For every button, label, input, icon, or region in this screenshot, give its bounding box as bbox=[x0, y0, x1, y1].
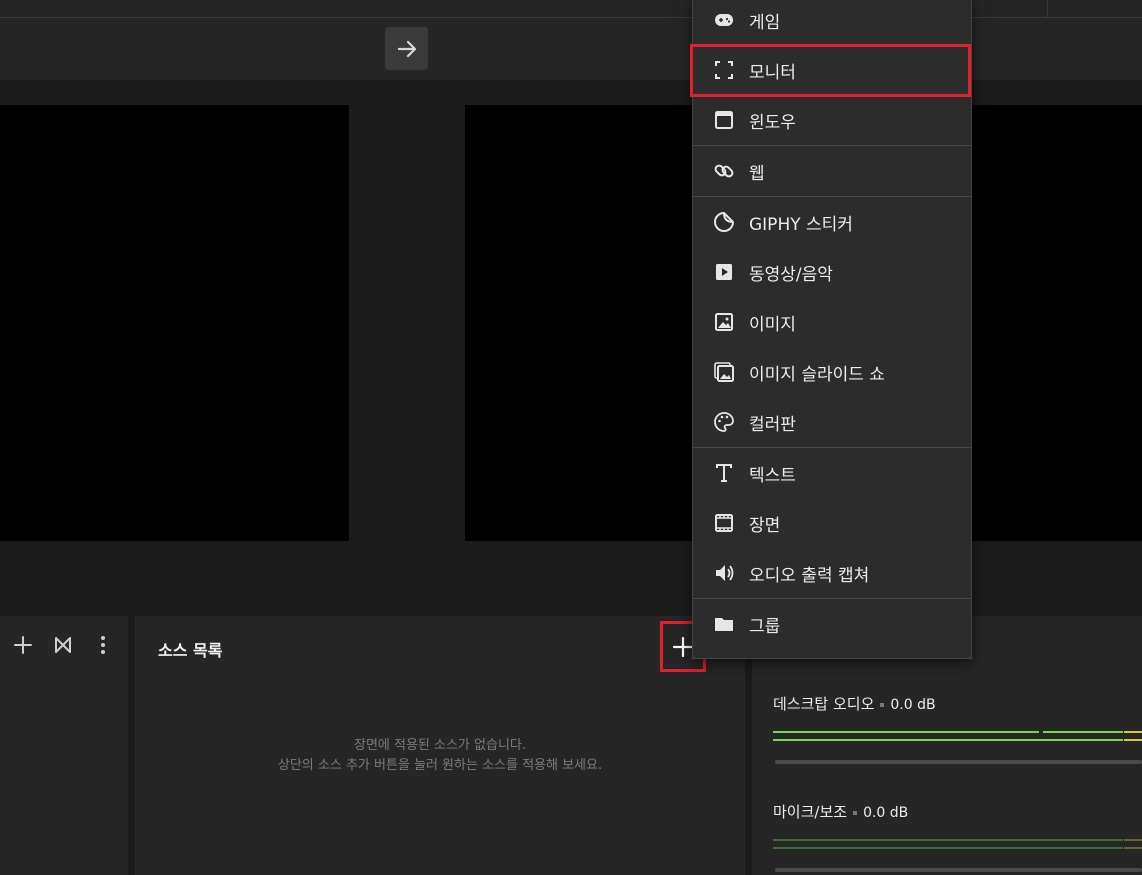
desktop-audio-db: 0.0 dB bbox=[890, 697, 936, 713]
desktop-audio-meter-green-2 bbox=[1043, 731, 1123, 733]
play-icon bbox=[713, 261, 735, 283]
menu-item-scene[interactable]: 장면 bbox=[693, 498, 971, 548]
mic-label: 마이크/보조 bbox=[773, 803, 848, 821]
desktop-audio-channel: 데스크탑 오디오 0.0 dB bbox=[773, 693, 936, 714]
menu-item-web[interactable]: 웹 bbox=[693, 146, 971, 196]
menu-item-label: 장면 bbox=[749, 515, 781, 536]
source-list-title: 소스 목록 bbox=[158, 641, 223, 660]
mic-meter-yellow-r bbox=[1124, 847, 1142, 849]
menu-item-label: GIPHY 스티커 bbox=[749, 214, 853, 235]
menu-item-group[interactable]: 그룹 bbox=[693, 599, 971, 649]
monitor-highlight-box bbox=[690, 44, 971, 97]
link-icon bbox=[713, 160, 735, 182]
menu-item-label: 오디오 출력 캡쳐 bbox=[749, 565, 870, 586]
gamepad-icon bbox=[713, 9, 735, 31]
menu-item-label: 윈도우 bbox=[749, 112, 796, 133]
add-scene-icon[interactable] bbox=[12, 634, 34, 656]
menu-item-text[interactable]: 텍스트 bbox=[693, 448, 971, 498]
menu-item-label: 그룹 bbox=[749, 616, 781, 637]
palette-icon bbox=[713, 411, 735, 433]
menu-item-label: 이미지 bbox=[749, 314, 796, 335]
top-strip-divider bbox=[1047, 0, 1048, 17]
menu-item-window[interactable]: 윈도우 bbox=[693, 95, 971, 145]
mic-db: 0.0 dB bbox=[863, 805, 909, 821]
mic-meter-r bbox=[773, 847, 1123, 849]
text-icon bbox=[713, 462, 735, 484]
menu-item-label: 동영상/음악 bbox=[749, 264, 833, 285]
menu-item-audio-capture[interactable]: 오디오 출력 캡쳐 bbox=[693, 548, 971, 598]
empty-sources-message: 장면에 적용된 소스가 없습니다. bbox=[353, 738, 526, 753]
menu-item-video[interactable]: 동영상/음악 bbox=[693, 247, 971, 297]
plus-icon bbox=[672, 636, 694, 657]
separator-dot bbox=[853, 810, 858, 815]
menu-item-image[interactable]: 이미지 bbox=[693, 297, 971, 347]
menu-item-game[interactable]: 게임 bbox=[693, 0, 971, 45]
folder-icon bbox=[713, 613, 735, 635]
desktop-audio-meter-green bbox=[773, 731, 1039, 733]
separator-dot bbox=[880, 702, 885, 707]
mic-channel: 마이크/보조 0.0 dB bbox=[773, 801, 908, 822]
desktop-audio-volume-slider[interactable] bbox=[775, 760, 1142, 764]
transition-icon[interactable] bbox=[52, 634, 74, 656]
desktop-audio-meter-green-r bbox=[773, 739, 1123, 741]
mic-volume-slider[interactable] bbox=[775, 868, 1142, 872]
menu-item-label: 컬러판 bbox=[749, 414, 796, 435]
slideshow-icon bbox=[713, 361, 735, 383]
menu-item-label: 이미지 슬라이드 쇼 bbox=[749, 364, 885, 385]
menu-item-slideshow[interactable]: 이미지 슬라이드 쇼 bbox=[693, 347, 971, 397]
arrow-right-icon bbox=[397, 40, 416, 57]
speaker-icon bbox=[713, 562, 735, 584]
preview-canvas-left[interactable] bbox=[0, 105, 349, 541]
menu-item-label: 텍스트 bbox=[749, 465, 796, 486]
window-icon bbox=[713, 109, 735, 131]
add-source-menu: 게임 모니터 윈도우 웹 GIPHY 스티커 동영상/음악 이미지 이미지 슬라… bbox=[692, 0, 972, 659]
more-vertical-icon[interactable] bbox=[92, 634, 114, 656]
transition-arrow-button[interactable] bbox=[385, 27, 428, 70]
mic-meter-yellow bbox=[1124, 839, 1142, 841]
menu-item-giphy[interactable]: GIPHY 스티커 bbox=[693, 197, 971, 247]
image-icon bbox=[713, 311, 735, 333]
menu-item-color[interactable]: 컬러판 bbox=[693, 397, 971, 447]
mic-meter bbox=[773, 839, 1123, 841]
menu-item-label: 웹 bbox=[749, 163, 765, 184]
empty-sources-hint: 상단의 소스 추가 버튼을 눌러 원하는 소스를 적용해 보세요. bbox=[277, 758, 603, 773]
film-icon bbox=[713, 512, 735, 534]
desktop-audio-label: 데스크탑 오디오 bbox=[773, 695, 875, 713]
menu-item-label: 게임 bbox=[749, 12, 781, 33]
scenes-toolbar bbox=[12, 634, 114, 656]
sticker-icon bbox=[713, 211, 735, 233]
desktop-audio-meter-yellow bbox=[1124, 731, 1142, 733]
desktop-audio-meter-yellow-r bbox=[1124, 739, 1142, 741]
